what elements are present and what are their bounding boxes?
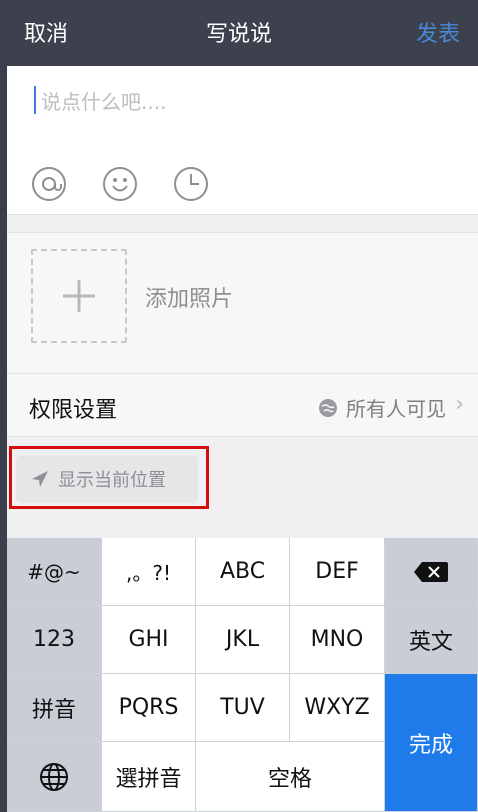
key-label: ,。?! — [126, 561, 171, 585]
location-arrow-icon — [32, 471, 48, 487]
done-key[interactable]: 完成 — [385, 674, 478, 812]
add-photo-label[interactable]: 添加照片 — [145, 281, 233, 313]
number-key[interactable]: 123 — [7, 606, 102, 674]
chinese-keyboard: #@~ ,。?! ABC DEF 123 GHI JKL MNO 英文 拼音 P… — [7, 538, 478, 812]
post-placeholder[interactable]: 说点什么吧.... — [41, 86, 166, 115]
plus-icon — [63, 280, 95, 312]
add-photo-button[interactable] — [31, 249, 127, 343]
key-label: MNO — [310, 627, 364, 652]
key-label: ABC — [219, 559, 266, 584]
visibility-text: 所有人可见 — [346, 397, 446, 421]
select-pinyin-key[interactable]: 選拼音 — [102, 742, 196, 812]
chevron-right-icon: › — [455, 392, 464, 417]
globe-key[interactable] — [7, 742, 102, 812]
def-key[interactable]: DEF — [290, 538, 385, 606]
globe-icon — [40, 762, 68, 791]
jkl-key[interactable]: JKL — [196, 606, 290, 674]
at-icon[interactable] — [31, 166, 67, 202]
key-label: WXYZ — [304, 695, 370, 720]
page-title: 写说说 — [205, 22, 272, 47]
globe-icon — [319, 398, 337, 417]
wxyz-key[interactable]: WXYZ — [290, 674, 385, 742]
tuv-key[interactable]: TUV — [196, 674, 290, 742]
top-navbar: 取消 写说说 发表 — [0, 0, 478, 66]
key-label: TUV — [220, 695, 265, 720]
left-edge — [0, 0, 7, 812]
key-label: 拼音 — [31, 697, 76, 723]
key-label: 選拼音 — [115, 766, 182, 792]
key-label: 英文 — [408, 629, 453, 655]
key-label: 完成 — [408, 732, 453, 758]
compose-area[interactable]: 说点什么吧.... — [7, 66, 478, 215]
symbols-key[interactable]: #@~ — [7, 538, 102, 606]
delete-key[interactable] — [385, 538, 478, 606]
punctuation-key[interactable]: ,。?! — [102, 538, 196, 606]
mno-key[interactable]: MNO — [290, 606, 385, 674]
compose-toolbar — [31, 166, 209, 202]
english-key[interactable]: 英文 — [385, 606, 478, 674]
location-button[interactable]: 显示当前位置 — [16, 455, 198, 503]
permission-value: 所有人可见 — [318, 393, 446, 422]
pinyin-key[interactable]: 拼音 — [7, 674, 102, 742]
key-label: 123 — [33, 627, 75, 652]
permission-row[interactable]: 权限设置 所有人可见 › — [7, 374, 478, 437]
ghi-key[interactable]: GHI — [102, 606, 196, 674]
publish-button[interactable]: 发表 — [416, 16, 460, 48]
abc-key[interactable]: ABC — [196, 538, 290, 606]
key-label: PQRS — [118, 695, 179, 720]
pqrs-key[interactable]: PQRS — [102, 674, 196, 742]
location-label: 显示当前位置 — [58, 470, 166, 491]
photo-panel: 添加照片 — [7, 232, 478, 374]
key-label: DEF — [315, 559, 359, 584]
key-label: GHI — [128, 627, 169, 652]
delete-icon — [414, 561, 448, 582]
space-key[interactable]: 空格 — [196, 742, 385, 812]
key-label: #@~ — [27, 559, 81, 584]
clock-icon[interactable] — [173, 166, 209, 202]
key-label: 空格 — [267, 766, 312, 792]
emoji-icon[interactable] — [102, 166, 138, 202]
app-screen: 取消 写说说 发表 说点什么吧.... 添加照片 权限设置 所有人可见 › 显示… — [0, 0, 478, 812]
text-caret — [34, 86, 36, 114]
permission-label: 权限设置 — [29, 398, 118, 423]
key-label: JKL — [225, 627, 260, 652]
